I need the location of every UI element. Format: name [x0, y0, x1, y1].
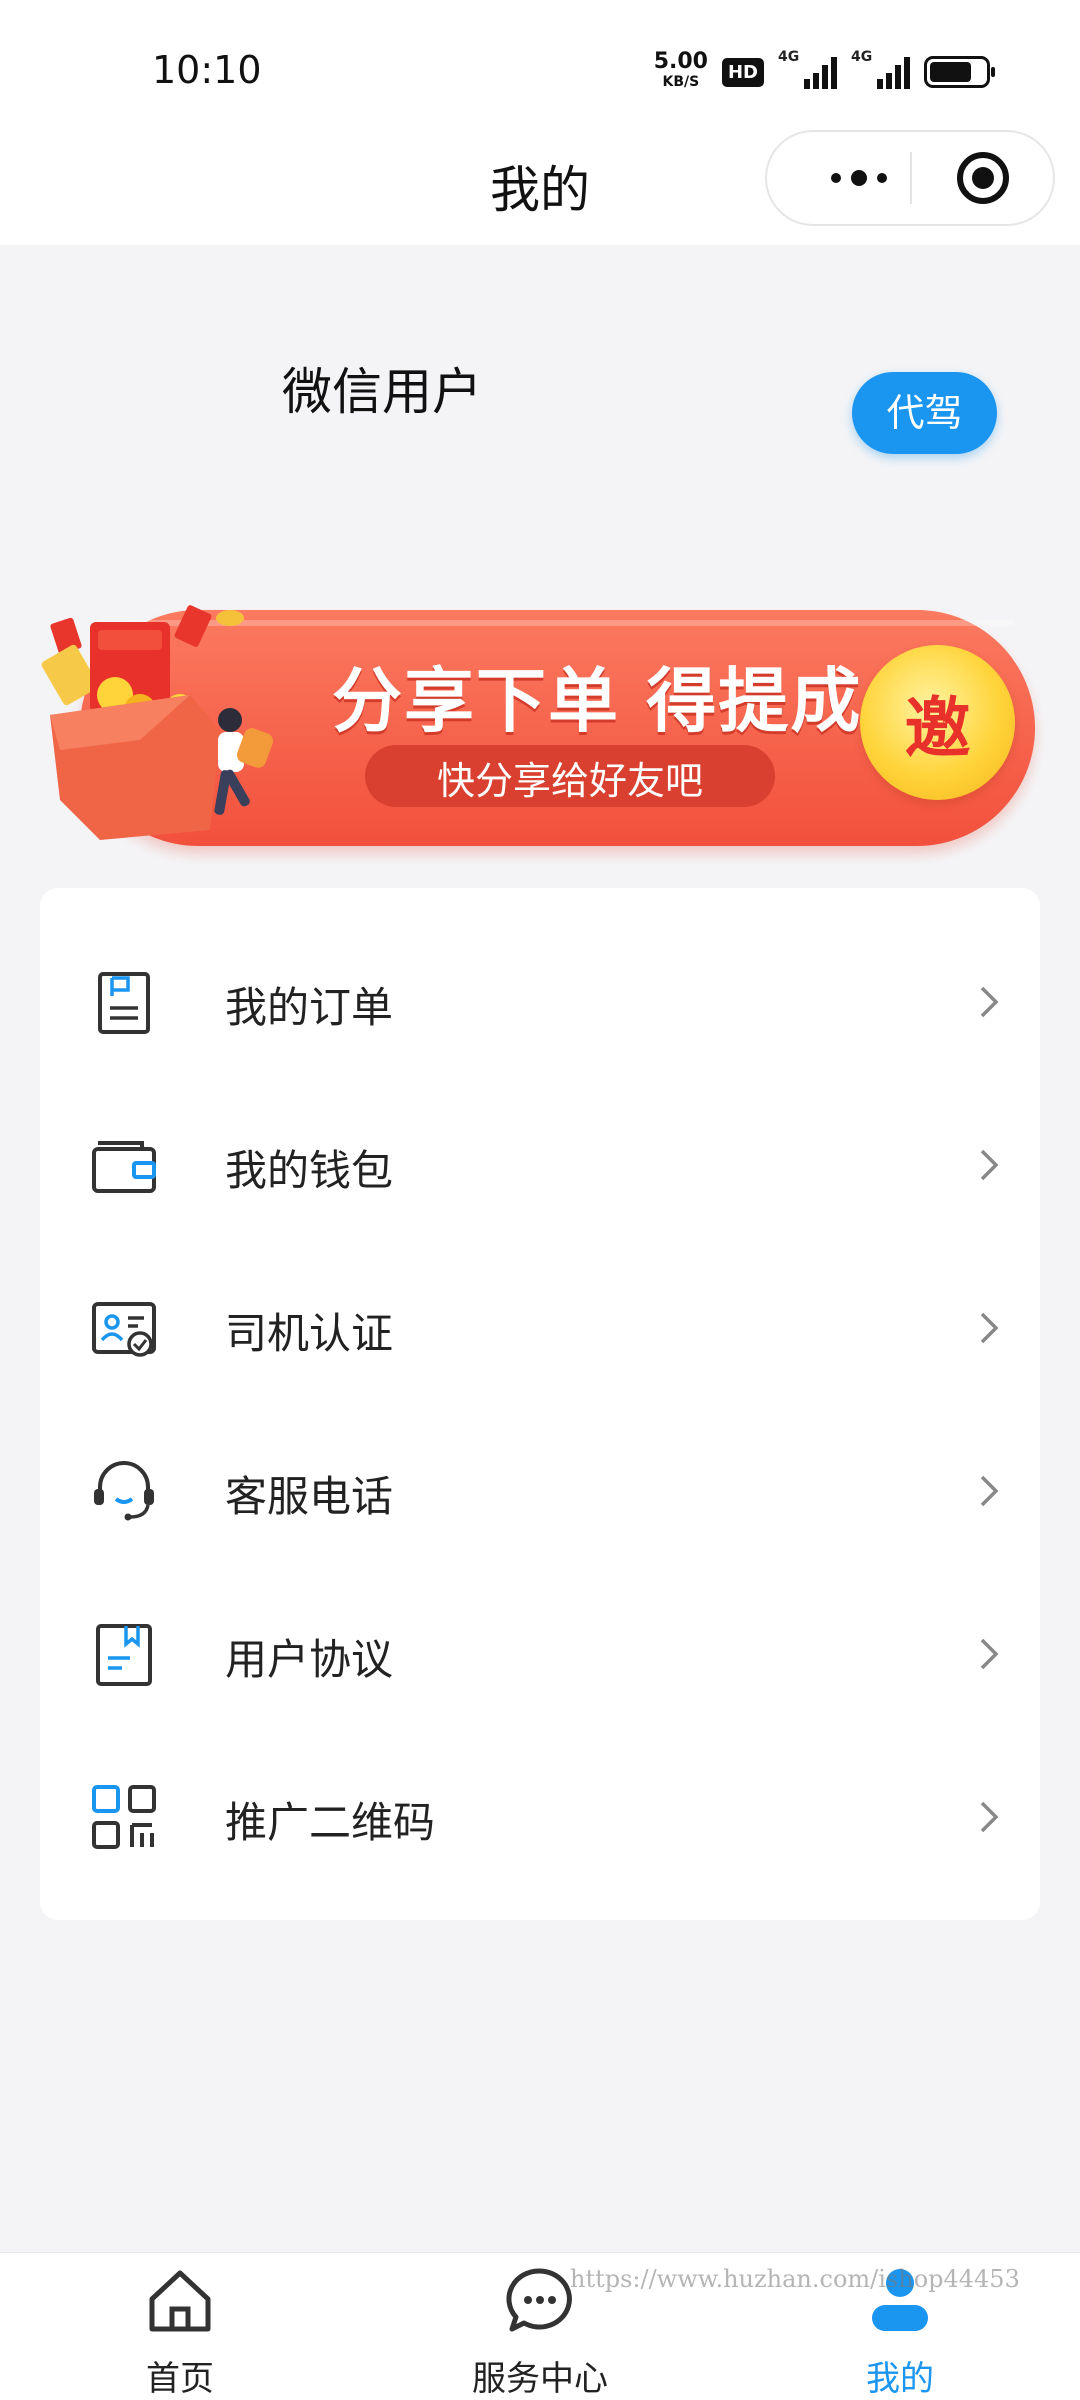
status-bar: 10:10 5.00 KB/S HD 4G 4G [0, 0, 1080, 130]
capsule-divider [910, 152, 912, 204]
agreement-book-icon [96, 1624, 152, 1686]
wallet-icon [92, 1141, 156, 1193]
order-document-icon [98, 972, 150, 1034]
signal-strength-icon-2: 4G [851, 49, 910, 89]
home-icon [149, 2270, 211, 2332]
chevron-right-icon [980, 986, 999, 1018]
status-time: 10:10 [152, 48, 262, 92]
banner-title: 分享下单 得提成 [332, 660, 863, 742]
menu-item-user-agreement[interactable]: 用户协议 [40, 1570, 1040, 1733]
chevron-right-icon [980, 1638, 999, 1670]
qr-code-icon [92, 1785, 156, 1849]
menu-item-label: 我的订单 [225, 983, 394, 1032]
menu-item-label: 我的钱包 [225, 1146, 394, 1195]
driver-id-card-icon [92, 1302, 156, 1357]
menu-item-label: 推广二维码 [225, 1798, 436, 1847]
more-dots-icon[interactable] [807, 132, 911, 224]
chevron-right-icon [980, 1801, 999, 1833]
tab-label: 我的 [866, 2359, 934, 2399]
navigation-bar: 我的 [0, 130, 1080, 245]
invite-label: 邀 [904, 690, 971, 767]
chat-bubble-icon [506, 2268, 572, 2332]
menu-item-promo-qr-code[interactable]: 推广二维码 [40, 1733, 1040, 1896]
menu-item-my-orders[interactable]: 我的订单 [40, 918, 1040, 1081]
battery-level [930, 62, 971, 82]
watermark-text: https://www.huzhan.com/ishop44453 [570, 2265, 1020, 2293]
tab-label: 首页 [146, 2359, 214, 2399]
headset-icon [94, 1461, 154, 1521]
menu-item-customer-service[interactable]: 客服电话 [40, 1407, 1040, 1570]
menu-item-my-wallet[interactable]: 我的钱包 [40, 1081, 1040, 1244]
target-circle-icon[interactable] [957, 152, 1009, 204]
username: 微信用户 [282, 363, 482, 421]
network-speed: 5.00 KB/S [653, 49, 708, 91]
chevron-right-icon [980, 1149, 999, 1181]
battery-icon [924, 56, 995, 88]
mini-program-capsule [765, 130, 1055, 226]
tab-home[interactable]: 首页 [0, 2253, 360, 2400]
chevron-right-icon [980, 1312, 999, 1344]
role-badge-button[interactable]: 代驾 [852, 372, 997, 454]
menu-card: 我的订单 我的钱包 司机认证 客服电话 用户协议 推广二维码 [40, 888, 1040, 1920]
invite-banner[interactable]: 分享下单 得提成 快分享给好友吧 邀 [40, 600, 1040, 850]
banner-subtitle: 快分享给好友吧 [436, 759, 703, 803]
status-icons: 5.00 KB/S HD 4G 4G [653, 49, 995, 94]
menu-item-label: 客服电话 [225, 1472, 394, 1521]
menu-item-label: 司机认证 [225, 1309, 394, 1358]
gift-box-illustration-icon [41, 605, 273, 840]
tab-label: 服务中心 [472, 2359, 608, 2399]
menu-item-label: 用户协议 [225, 1635, 394, 1684]
signal-strength-icon: 4G [778, 49, 837, 89]
hd-voice-icon: HD [721, 57, 764, 87]
menu-item-driver-certification[interactable]: 司机认证 [40, 1244, 1040, 1407]
chevron-right-icon [980, 1475, 999, 1507]
